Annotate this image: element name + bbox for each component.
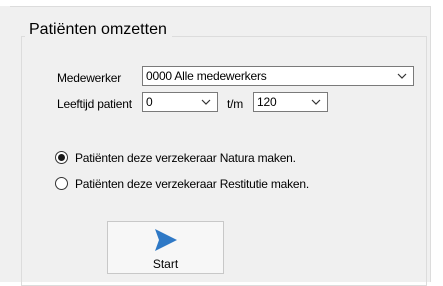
age-to-separator: t/m — [227, 97, 244, 111]
restitutie-radio-label[interactable]: Patiënten deze verzekeraar Restitutie ma… — [75, 177, 309, 191]
start-button[interactable]: Start — [107, 221, 224, 274]
radio-selected-dot — [58, 154, 65, 161]
age-from-dropdown[interactable]: 0 — [142, 92, 218, 112]
groupbox-title: Patiënten omzetten — [25, 20, 172, 40]
start-button-label: Start — [152, 257, 179, 271]
window-top-edge — [0, 0, 443, 7]
window-left-edge — [0, 6, 10, 282]
age-label: Leeftijd patient — [57, 97, 132, 111]
age-to-value: 120 — [257, 95, 277, 109]
chevron-down-icon — [397, 73, 407, 79]
natura-radio[interactable] — [55, 151, 68, 164]
age-to-dropdown[interactable]: 120 — [253, 92, 328, 112]
age-from-value: 0 — [146, 95, 153, 109]
dialog-window: Patiënten omzetten Medewerker 0000 Alle … — [0, 0, 443, 286]
employee-label: Medewerker — [57, 71, 122, 85]
natura-radio-label[interactable]: Patiënten deze verzekeraar Natura maken. — [75, 151, 296, 165]
employee-dropdown-value: 0000 Alle medewerkers — [146, 69, 267, 83]
play-icon — [155, 229, 177, 251]
window-right-edge — [430, 6, 443, 282]
employee-dropdown[interactable]: 0000 Alle medewerkers — [142, 66, 414, 86]
chevron-down-icon — [311, 99, 321, 105]
chevron-down-icon — [201, 99, 211, 105]
restitutie-radio[interactable] — [55, 177, 68, 190]
